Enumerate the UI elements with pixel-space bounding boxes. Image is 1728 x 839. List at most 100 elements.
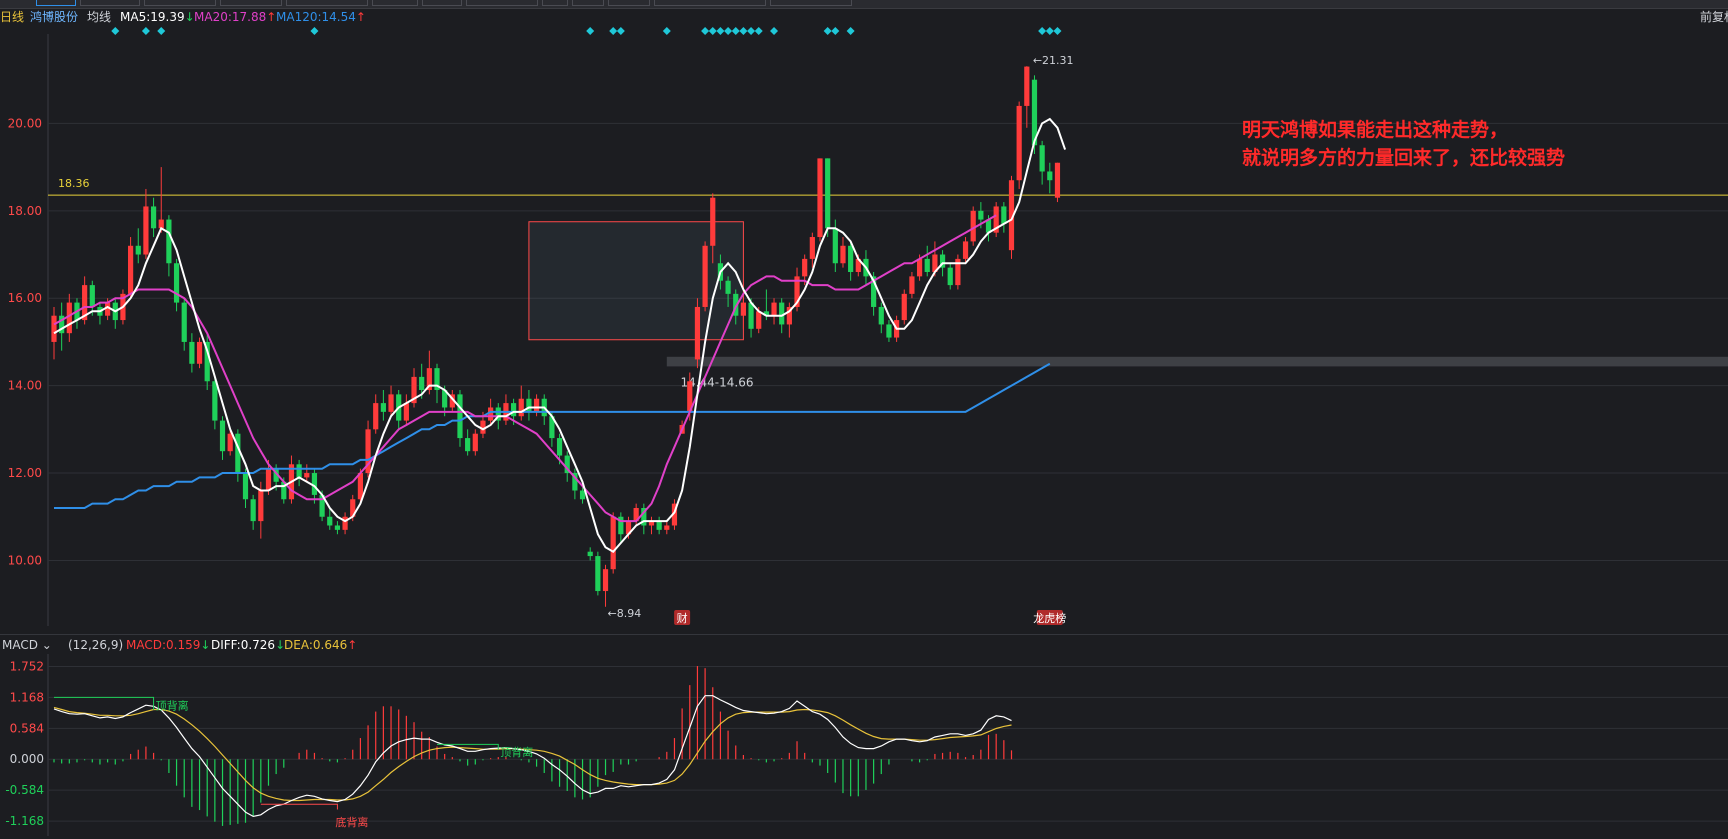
candle-body xyxy=(962,241,969,259)
candle-body xyxy=(265,468,272,491)
candle-body xyxy=(809,237,815,259)
signal-marker xyxy=(754,27,763,35)
signal-marker xyxy=(701,27,710,35)
signal-marker xyxy=(716,27,725,35)
candle-body xyxy=(143,206,149,255)
candle-body xyxy=(771,302,777,316)
top-divergence-label: 顶背离 xyxy=(156,698,189,712)
signal-marker xyxy=(157,27,166,35)
candle-body xyxy=(947,267,953,286)
candle-body xyxy=(357,473,363,500)
candle-body xyxy=(587,551,593,557)
candle-body xyxy=(817,158,823,238)
candle-body xyxy=(511,403,517,417)
candle-body xyxy=(135,245,141,255)
candle-body xyxy=(51,315,57,342)
candle-body xyxy=(212,381,218,421)
candle-body xyxy=(304,473,310,478)
macd-tick-label: 0.584 xyxy=(10,721,44,735)
bottom-divergence-label: 底背离 xyxy=(335,815,368,829)
price-tick-label: 16.00 xyxy=(8,291,42,305)
candle-body xyxy=(419,376,425,390)
candle-body xyxy=(702,245,708,307)
signal-marker xyxy=(1045,27,1054,35)
candle-body xyxy=(740,302,746,316)
candle-body xyxy=(526,398,532,412)
candle-body xyxy=(656,521,662,530)
annotation-line-2: 就说明多方的力量回来了，还比较强势 xyxy=(1242,147,1566,169)
candle-body xyxy=(840,245,846,264)
annotation-line-1: 明天鸿博如果能走出这种走势， xyxy=(1242,119,1509,141)
candle-body xyxy=(1024,66,1030,106)
signal-marker xyxy=(609,27,618,35)
candle-body xyxy=(242,473,249,500)
price-tick-label: 10.00 xyxy=(8,553,42,567)
candle-body xyxy=(848,245,854,272)
macd-tick-label: 1.752 xyxy=(10,659,44,673)
candle-body xyxy=(250,499,256,522)
signal-marker xyxy=(747,27,756,35)
signal-marker xyxy=(1053,27,1062,35)
high-price-label: ←21.31 xyxy=(1033,54,1074,67)
candle-body xyxy=(1039,145,1045,172)
candle-body xyxy=(128,245,134,294)
candle-body xyxy=(189,341,195,364)
candle-body xyxy=(901,293,907,321)
candle-body xyxy=(916,258,923,277)
signal-marker xyxy=(141,27,150,35)
candle-body xyxy=(181,302,187,342)
candle-body xyxy=(886,324,892,338)
support-band xyxy=(666,356,1728,367)
candle-body xyxy=(373,403,379,430)
finance-badge: 财 xyxy=(677,611,688,625)
mid-divergence-label: 顶背离 xyxy=(500,745,533,759)
macd-tick-label: 1.168 xyxy=(10,690,44,704)
candle-body xyxy=(602,569,609,592)
signal-marker xyxy=(310,27,319,35)
candle-body xyxy=(472,433,478,452)
signal-marker xyxy=(739,27,748,35)
candle-body xyxy=(150,206,157,229)
candle-body xyxy=(825,158,831,229)
signal-marker xyxy=(731,27,740,35)
candle-body xyxy=(258,490,264,522)
candle-body xyxy=(403,403,409,421)
signal-marker xyxy=(846,27,855,35)
reference-price-label: 18.36 xyxy=(58,177,90,190)
candle-body xyxy=(710,197,716,246)
candle-body xyxy=(832,228,838,264)
price-tick-label: 20.00 xyxy=(8,116,42,130)
candle-body xyxy=(173,263,180,303)
candle-body xyxy=(380,403,386,412)
signal-marker xyxy=(724,27,733,35)
candle-body xyxy=(725,280,731,294)
macd-tick-label: 0.000 xyxy=(10,752,44,766)
candle-body xyxy=(166,219,172,264)
candle-body xyxy=(388,394,394,412)
candle-body xyxy=(89,285,95,307)
chart-annotation: 明天鸿博如果能走出这种走势， 就说明多方的力量回来了，还比较强势 xyxy=(1242,116,1565,172)
candle-body xyxy=(748,302,754,329)
candle-body xyxy=(802,258,808,277)
candle-body xyxy=(1016,105,1022,181)
candle-body xyxy=(342,516,348,530)
price-tick-label: 14.00 xyxy=(8,379,42,393)
candle-body xyxy=(610,516,616,570)
ma20-line xyxy=(53,214,997,523)
signal-marker xyxy=(1038,27,1047,35)
signal-marker xyxy=(770,27,779,35)
signal-marker xyxy=(111,27,120,35)
candle-body xyxy=(227,433,233,452)
candle-body xyxy=(518,398,524,417)
candle-body xyxy=(664,525,670,530)
candle-body xyxy=(909,276,915,294)
candle-body xyxy=(533,398,540,412)
candle-body xyxy=(334,525,341,530)
signal-marker xyxy=(831,27,840,35)
candle-body xyxy=(457,394,463,439)
candle-body xyxy=(1001,206,1007,224)
candle-body xyxy=(296,464,302,478)
signal-marker xyxy=(823,27,832,35)
price-tick-label: 18.00 xyxy=(8,204,42,218)
candle-body xyxy=(1047,171,1053,181)
